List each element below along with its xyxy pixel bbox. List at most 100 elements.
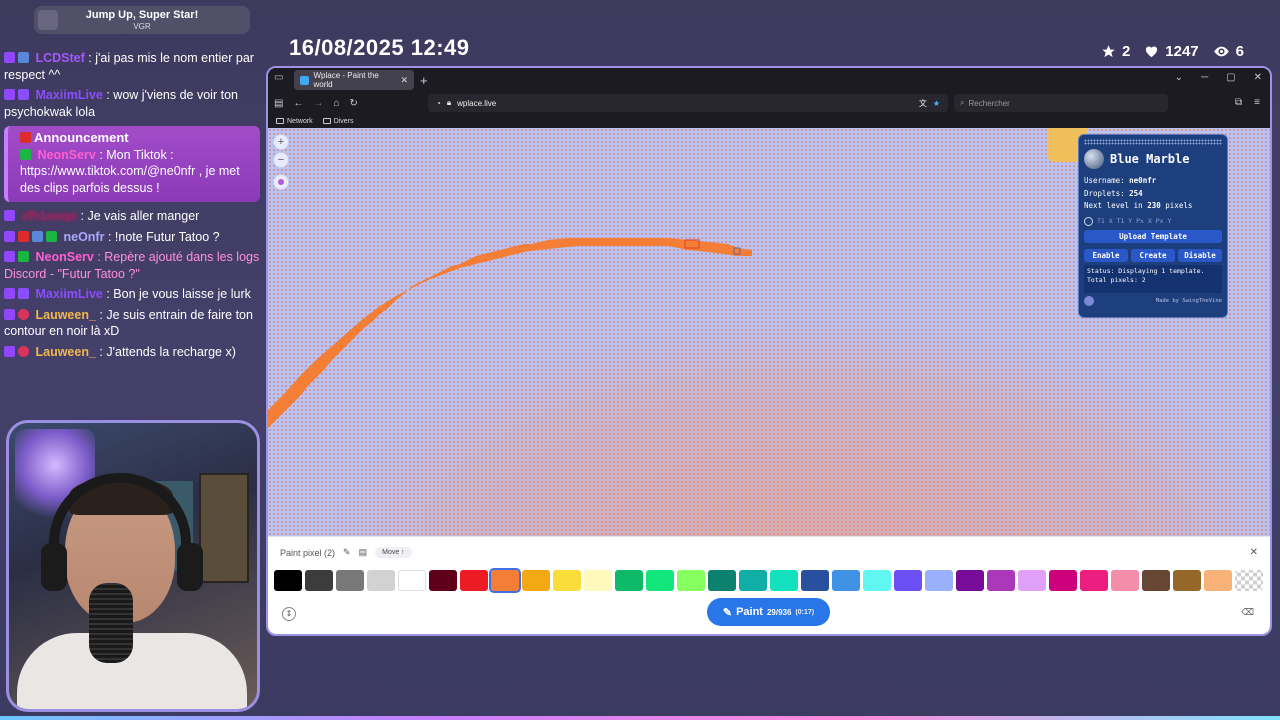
minimize-button[interactable]: ─ bbox=[1201, 72, 1208, 83]
chevron-down-icon[interactable]: ⌄ bbox=[1175, 72, 1183, 83]
stars-count: 2 bbox=[1121, 43, 1131, 60]
close-icon[interactable]: ✕ bbox=[400, 75, 408, 86]
chat-user: Lauween_ bbox=[35, 307, 96, 322]
color-swatch[interactable] bbox=[894, 570, 922, 591]
clipboard-icon[interactable]: ▤ bbox=[359, 547, 368, 558]
close-icon[interactable]: ✕ bbox=[1250, 547, 1258, 558]
color-swatch[interactable] bbox=[739, 570, 767, 591]
zoom-out-button[interactable]: − bbox=[273, 152, 289, 168]
paint-panel: Paint pixel (2) ✎ ▤ Move ↑ ✕ ⇕ ✎ Paint 2… bbox=[268, 536, 1270, 634]
twitch-icon bbox=[4, 251, 15, 262]
chat-user: neOnfr bbox=[63, 229, 105, 244]
bookmark-star-icon[interactable]: ★ bbox=[933, 99, 940, 108]
color-swatch[interactable] bbox=[832, 570, 860, 591]
bookmark-network[interactable]: Network bbox=[276, 118, 313, 125]
panel-title: Blue Marble bbox=[1110, 152, 1190, 166]
window-controls: ⌄ ─ ▢ ✕ bbox=[1175, 72, 1262, 83]
color-swatch[interactable] bbox=[460, 570, 488, 591]
color-swatch[interactable] bbox=[429, 570, 457, 591]
create-button[interactable]: Create bbox=[1131, 248, 1175, 262]
sidebar-icon[interactable]: ▤ bbox=[274, 98, 283, 109]
back-button[interactable]: ← bbox=[293, 98, 303, 109]
disable-button[interactable]: Disable bbox=[1178, 248, 1222, 262]
color-swatch[interactable] bbox=[584, 570, 612, 591]
chat-user: MaxiimLive bbox=[35, 287, 103, 301]
wplace-canvas[interactable]: + − Blue Marble Username: ne0nfr Droplet… bbox=[268, 128, 1270, 536]
search-placeholder: Rechercher bbox=[968, 98, 1010, 108]
color-swatch[interactable] bbox=[646, 570, 674, 591]
twitch-icon bbox=[4, 89, 15, 100]
color-swatch[interactable] bbox=[1111, 570, 1139, 591]
search-bar[interactable]: ⌕ Rechercher bbox=[954, 94, 1168, 112]
announcement-title: Announcement bbox=[34, 130, 129, 145]
camera-badge-icon bbox=[18, 230, 29, 242]
expand-icon[interactable]: ⇕ bbox=[282, 607, 296, 621]
folder-icon bbox=[322, 118, 331, 124]
eraser-icon[interactable]: ⌫ bbox=[1241, 607, 1254, 618]
color-swatch[interactable] bbox=[274, 570, 302, 591]
location-icon[interactable] bbox=[273, 174, 289, 190]
home-button[interactable]: ⌂ bbox=[333, 98, 339, 109]
color-swatch[interactable] bbox=[1049, 570, 1077, 591]
close-window-button[interactable]: ✕ bbox=[1254, 72, 1262, 83]
color-swatch[interactable] bbox=[522, 570, 550, 591]
color-swatch[interactable] bbox=[1204, 570, 1232, 591]
forward-button[interactable]: → bbox=[313, 98, 323, 109]
color-swatch[interactable] bbox=[398, 570, 426, 591]
heart-stat: 1247 bbox=[1144, 43, 1199, 60]
extensions-icon[interactable]: ⧉ bbox=[1235, 97, 1242, 108]
move-button[interactable]: Move ↑ bbox=[375, 547, 412, 558]
bookmark-divers[interactable]: Divers bbox=[322, 118, 354, 125]
transparent-swatch[interactable] bbox=[1235, 570, 1263, 591]
vip-badge-icon bbox=[18, 89, 29, 100]
chat-text: : J'attends la recharge x) bbox=[99, 344, 236, 359]
maximize-button[interactable]: ▢ bbox=[1226, 72, 1235, 83]
enable-button[interactable]: Enable bbox=[1084, 248, 1128, 262]
new-tab-button[interactable]: + bbox=[420, 73, 428, 88]
menu-icon[interactable]: ≡ bbox=[1254, 97, 1260, 108]
drag-handle[interactable] bbox=[1084, 139, 1222, 145]
color-swatch[interactable] bbox=[956, 570, 984, 591]
color-swatch[interactable] bbox=[367, 570, 395, 591]
folder-icon bbox=[276, 118, 284, 124]
color-swatch[interactable] bbox=[1018, 570, 1046, 591]
pencil-icon[interactable]: ✎ bbox=[343, 547, 351, 558]
url-bar[interactable]: ◔ 🔒︎ wplace.live 文 ★ bbox=[428, 94, 948, 112]
color-swatch[interactable] bbox=[305, 570, 333, 591]
vip-badge-icon bbox=[18, 288, 29, 299]
color-swatch[interactable] bbox=[1173, 570, 1201, 591]
toolbar-right: ⧉ ≡ bbox=[1235, 97, 1260, 108]
chat-text: : Je vais aller manger bbox=[80, 209, 200, 223]
color-swatch[interactable] bbox=[1142, 570, 1170, 591]
color-swatch[interactable] bbox=[708, 570, 736, 591]
color-swatch[interactable] bbox=[925, 570, 953, 591]
color-swatch[interactable] bbox=[863, 570, 891, 591]
color-swatch[interactable] bbox=[336, 570, 364, 591]
viewer-stat: 6 bbox=[1213, 43, 1244, 60]
chat-panel: LCDStef : j'ai pas mis le nom entier par… bbox=[0, 34, 264, 424]
paint-button[interactable]: ✎ Paint 29/936 (0:17) bbox=[707, 598, 830, 626]
color-swatch[interactable] bbox=[677, 570, 705, 591]
upload-template-button[interactable]: Upload Template bbox=[1084, 229, 1222, 243]
search-icon: ⌕ bbox=[960, 98, 965, 107]
translate-icon[interactable]: 文 bbox=[919, 98, 927, 109]
color-swatch[interactable] bbox=[987, 570, 1015, 591]
zoom-in-button[interactable]: + bbox=[273, 134, 289, 150]
paint-title: Paint pixel (2) bbox=[280, 547, 336, 558]
username-row: Username: ne0nfr bbox=[1084, 176, 1157, 185]
chat-user: LCDStef bbox=[35, 51, 85, 65]
reload-button[interactable]: ↻ bbox=[350, 98, 358, 109]
coord-toggle[interactable] bbox=[1084, 216, 1093, 226]
coord-inputs[interactable]: T1 X T1 Y Px X Px Y bbox=[1084, 216, 1222, 226]
color-swatch[interactable] bbox=[1080, 570, 1108, 591]
color-swatch[interactable] bbox=[770, 570, 798, 591]
color-swatch[interactable] bbox=[489, 568, 521, 593]
color-swatch[interactable] bbox=[553, 570, 581, 591]
droplets-row: Droplets: 254 bbox=[1084, 188, 1143, 198]
tab-list-icon[interactable]: ▭ bbox=[274, 72, 290, 88]
settings-icon[interactable] bbox=[1084, 295, 1094, 306]
color-palette bbox=[274, 568, 1263, 593]
color-swatch[interactable] bbox=[801, 570, 829, 591]
color-swatch[interactable] bbox=[615, 570, 643, 591]
tab-wplace[interactable]: Wplace - Paint the world ✕ bbox=[294, 70, 414, 90]
